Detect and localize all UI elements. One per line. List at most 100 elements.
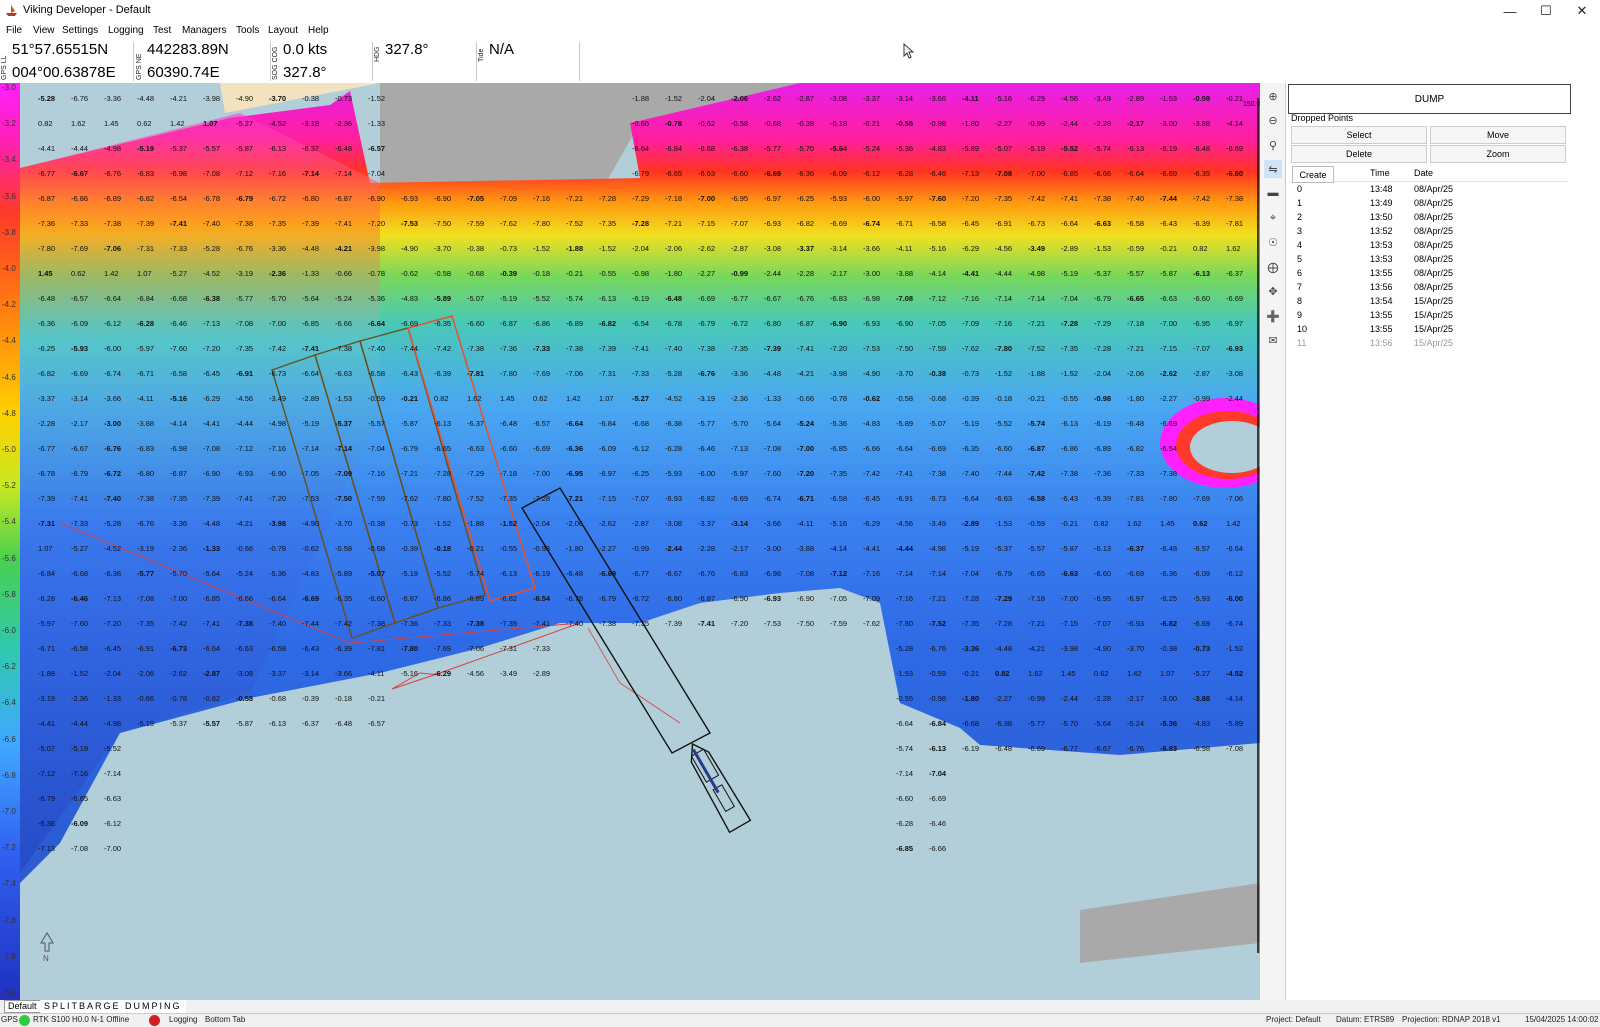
delete-button[interactable]: Delete	[1291, 145, 1427, 163]
depth-scale-tick: -3.4	[2, 155, 16, 165]
depth-sounding: -4.21	[170, 94, 187, 103]
depth-sounding: -7.04	[929, 769, 947, 778]
depth-sounding: -5.87	[236, 719, 253, 728]
table-row[interactable]: 11 13:56 15/Apr/25	[1290, 336, 1568, 350]
depth-sounding: -4.11	[896, 244, 913, 253]
depth-sounding: -7.21	[1028, 319, 1045, 328]
depth-sounding: -0.98	[929, 119, 946, 128]
depth-sounding: -5.07	[467, 294, 484, 303]
depth-sounding: -6.36	[1160, 569, 1177, 578]
depth-sounding: -1.52	[71, 669, 88, 678]
navigation-info-bar: GPS LL 51°57.65515N 004°00.63878E GPS NE…	[0, 40, 1600, 84]
depth-sounding: -1.33	[764, 394, 781, 403]
table-row[interactable]: 8 13:54 15/Apr/25	[1290, 294, 1568, 308]
depth-scale-tick: -3.0	[2, 83, 16, 92]
minimize-button[interactable]: —	[1492, 0, 1528, 22]
point-id: 4	[1297, 240, 1303, 250]
target-button[interactable]: ☉	[1264, 233, 1282, 251]
compass-button[interactable]: ⨁	[1264, 258, 1282, 276]
depth-sounding: -0.73	[500, 244, 517, 253]
logging-status-text: Logging	[169, 1015, 198, 1024]
table-row[interactable]: 5 13:53 08/Apr/25	[1290, 252, 1568, 266]
tab-splitbarge-dumping[interactable]: SPLITBARGE DUMPING	[40, 1000, 186, 1013]
bottom-tab-name: Bottom Tab	[205, 1015, 246, 1024]
crosshair-button[interactable]: ⌖	[1264, 209, 1282, 227]
menu-managers[interactable]: Managers	[182, 25, 226, 36]
table-row[interactable]: 0 13:48 08/Apr/25	[1290, 182, 1568, 196]
depth-sounding: -3.49	[269, 394, 286, 403]
depth-sounding: -7.33	[71, 219, 88, 228]
move-button[interactable]: ✥	[1264, 282, 1282, 300]
menu-tools[interactable]: Tools	[236, 25, 259, 36]
table-row[interactable]: 4 13:53 08/Apr/25	[1290, 238, 1568, 252]
table-row[interactable]: 6 13:55 08/Apr/25	[1290, 266, 1568, 280]
depth-sounding: -6.87	[335, 194, 352, 203]
depth-sounding: -7.20	[104, 619, 121, 628]
depth-sounding: -6.80	[137, 469, 154, 478]
table-row[interactable]: 2 13:50 08/Apr/25	[1290, 210, 1568, 224]
project-status: Project: Default	[1266, 1015, 1321, 1024]
depth-sounding: -4.90	[1094, 644, 1111, 653]
depth-sounding: -4.83	[302, 569, 319, 578]
layer-button[interactable]: ▬	[1264, 184, 1282, 202]
dump-button[interactable]: DUMP	[1288, 84, 1571, 114]
depth-sounding: -5.36	[830, 419, 847, 428]
depth-sounding: -0.62	[302, 544, 319, 553]
zoom-to-point-button[interactable]: Zoom	[1430, 145, 1566, 163]
depth-sounding: -3.36	[104, 94, 121, 103]
depth-sounding: -5.64	[203, 569, 220, 578]
depth-sounding: -4.44	[71, 719, 88, 728]
zoom-out-button[interactable]: ⊖	[1264, 111, 1282, 129]
depth-sounding: -6.69	[929, 794, 946, 803]
maximize-button[interactable]: ☐	[1528, 0, 1564, 22]
pan-button[interactable]: ⇋	[1264, 160, 1282, 178]
gps-status-text: RTK S100 H0.0 N-1 Offline	[33, 1015, 130, 1024]
menu-settings[interactable]: Settings	[62, 25, 98, 36]
tab-default[interactable]: Default	[4, 1000, 41, 1013]
menu-view[interactable]: View	[33, 25, 55, 36]
depth-sounding: -5.89	[962, 144, 979, 153]
depth-sounding: -2.44	[1061, 694, 1078, 703]
table-row[interactable]: 10 13:55 15/Apr/25	[1290, 322, 1568, 336]
table-row[interactable]: 3 13:52 08/Apr/25	[1290, 224, 1568, 238]
depth-sounding: -3.14	[731, 519, 749, 528]
depth-sounding: -6.09	[1193, 569, 1210, 578]
zoom-fit-button[interactable]: ⚲	[1264, 136, 1282, 154]
bathymetry-map[interactable]: 150.00 m N -5.28 -6.76 -3.36 -4.48 -4.21 -3.9…	[0, 83, 1285, 1000]
depth-sounding: -7.20	[368, 219, 385, 228]
close-button[interactable]: ✕	[1564, 0, 1600, 22]
depth-sounding: -7.41	[203, 619, 220, 628]
measure-button[interactable]: ➕	[1264, 307, 1282, 325]
depth-sounding: -6.95	[1094, 594, 1111, 603]
depth-sounding: -4.98	[929, 544, 946, 553]
depth-sounding: -4.14	[1226, 694, 1243, 703]
depth-sounding: -5.37	[170, 144, 187, 153]
select-button[interactable]: Select	[1291, 126, 1427, 144]
map-canvas[interactable]: 150.00 m N -5.28 -6.76 -3.36 -4.48 -4.21 -3.9…	[0, 83, 1285, 1000]
depth-sounding: -4.44	[896, 544, 914, 553]
table-row[interactable]: 1 13:49 08/Apr/25	[1290, 196, 1568, 210]
menu-test[interactable]: Test	[153, 25, 171, 36]
table-row[interactable]: 9 13:55 15/Apr/25	[1290, 308, 1568, 322]
depth-sounding: -7.07	[632, 494, 649, 503]
zoom-in-button[interactable]: ⊕	[1264, 87, 1282, 105]
depth-sounding: -5.87	[1061, 544, 1078, 553]
depth-sounding: -6.58	[71, 644, 88, 653]
create-point-button[interactable]: Create	[1292, 166, 1334, 183]
depth-sounding: -5.27	[71, 544, 88, 553]
table-row[interactable]: 7 13:56 08/Apr/25	[1290, 280, 1568, 294]
move-point-button[interactable]: Move	[1430, 126, 1566, 144]
menu-file[interactable]: File	[6, 25, 22, 36]
depth-sounding: -4.48	[203, 519, 220, 528]
menu-logging[interactable]: Logging	[108, 25, 144, 36]
envelope-button[interactable]: ✉	[1264, 331, 1282, 349]
depth-sounding: -3.37	[863, 94, 880, 103]
menu-help[interactable]: Help	[308, 25, 329, 36]
depth-sounding: -7.50	[797, 619, 814, 628]
depth-sounding: -7.08	[797, 569, 814, 578]
depth-sounding: -0.98	[1094, 394, 1111, 403]
depth-sounding: -0.18	[434, 544, 451, 553]
latitude-value: 51°57.65515N	[12, 41, 109, 58]
depth-sounding: -7.06	[1226, 494, 1243, 503]
menu-layout[interactable]: Layout	[268, 25, 298, 36]
